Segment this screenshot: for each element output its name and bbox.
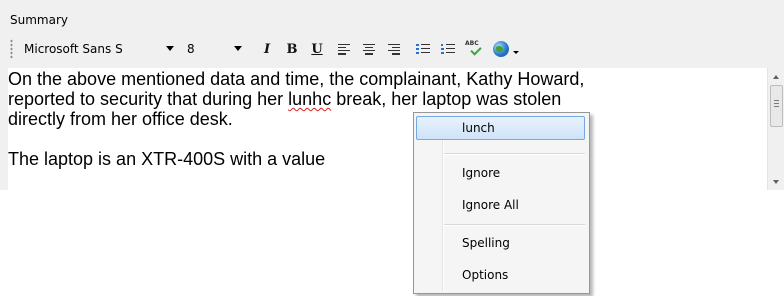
editor-text[interactable]: On the above mentioned data and time, th… <box>8 69 764 169</box>
misspelled-word[interactable]: lunhc <box>288 89 331 109</box>
menu-item-suggestion[interactable]: lunch <box>416 116 585 140</box>
vertical-scrollbar[interactable] <box>767 68 784 190</box>
numbered-list-icon <box>441 43 455 55</box>
section-title: Summary <box>10 13 68 27</box>
menu-item-spelling[interactable]: Spelling <box>416 231 585 255</box>
web-button[interactable] <box>491 39 511 59</box>
font-family-value: Microsoft Sans S <box>24 41 123 56</box>
align-right-button[interactable] <box>384 39 404 59</box>
toolbar-grip[interactable] <box>10 39 13 59</box>
scroll-thumb[interactable] <box>770 85 783 127</box>
bulleted-list-icon <box>416 43 430 55</box>
font-size-value: 8 <box>187 41 195 56</box>
align-center-button[interactable] <box>359 39 379 59</box>
summary-editor[interactable]: On the above mentioned data and time, th… <box>8 68 767 190</box>
text-line: directly from her office desk. <box>8 109 233 129</box>
align-center-icon <box>363 43 375 55</box>
menu-item-ignore-all[interactable]: Ignore All <box>416 193 585 217</box>
bold-button[interactable]: B <box>282 39 302 59</box>
text-line: reported to security that during her lun… <box>8 89 562 109</box>
chevron-down-icon[interactable] <box>513 51 519 54</box>
font-size-select[interactable]: 8 <box>184 38 264 59</box>
align-right-icon <box>388 43 400 55</box>
scroll-up-icon[interactable] <box>768 68 784 85</box>
numbered-list-button[interactable] <box>438 39 458 59</box>
globe-icon <box>493 41 509 57</box>
italic-button[interactable]: I <box>257 39 277 59</box>
italic-icon: I <box>263 41 271 57</box>
spelling-context-menu: lunch Ignore Ignore All Spelling Options <box>413 112 590 294</box>
text-line: On the above mentioned data and time, th… <box>8 69 585 89</box>
spell-check-icon: ABC <box>464 39 484 59</box>
underline-icon: U <box>311 41 323 57</box>
underline-button[interactable]: U <box>307 39 327 59</box>
bulleted-list-button[interactable] <box>413 39 433 59</box>
formatting-toolbar: Microsoft Sans S 8 I B U ABC <box>8 36 778 62</box>
spell-check-button[interactable]: ABC <box>464 39 484 59</box>
chevron-down-icon[interactable] <box>234 46 242 51</box>
font-family-select[interactable]: Microsoft Sans S <box>20 38 190 59</box>
menu-item-ignore[interactable]: Ignore <box>416 161 585 185</box>
menu-separator <box>444 153 585 155</box>
bold-icon: B <box>286 41 298 57</box>
chevron-down-icon[interactable] <box>166 46 174 51</box>
menu-item-options[interactable]: Options <box>416 263 585 287</box>
scroll-down-icon[interactable] <box>768 173 784 190</box>
align-left-icon <box>338 43 350 55</box>
align-left-button[interactable] <box>334 39 354 59</box>
menu-separator <box>444 224 585 226</box>
text-line: The laptop is an XTR-400S with a value <box>8 149 326 169</box>
